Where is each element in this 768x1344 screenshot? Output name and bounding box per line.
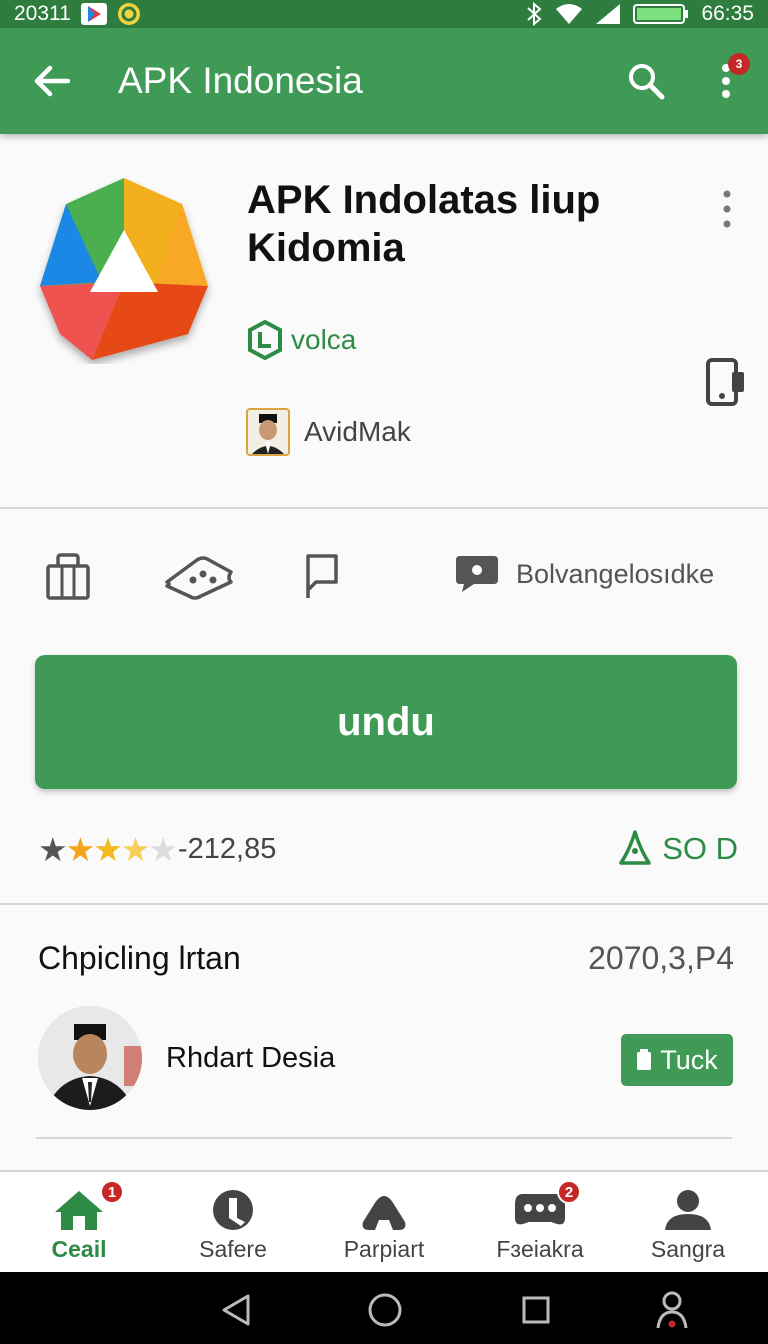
tuck-button[interactable]: Tuck: [621, 1034, 733, 1086]
list-item[interactable]: Rhdart Desia Tuck: [0, 1002, 768, 1114]
star-icon: ★: [38, 830, 68, 868]
download-size-icon: [619, 830, 651, 865]
wishlist-button[interactable]: [38, 550, 98, 604]
report-button[interactable]: [290, 550, 350, 604]
star-icon: ★: [93, 830, 123, 868]
star-rating: ★ ★ ★ ★ ★: [38, 830, 178, 868]
person-name: Rhdart Desia: [166, 1042, 336, 1074]
square-recents-icon: [522, 1296, 550, 1324]
search-icon: [629, 64, 665, 100]
feedback-button[interactable]: Bolvangelosıdke: [452, 554, 714, 594]
publisher-row[interactable]: AvidMak: [246, 408, 411, 456]
nav-label: Fɜeiakra: [496, 1236, 584, 1262]
bookmark-icon: [637, 1049, 652, 1070]
developer-name: volca: [291, 324, 357, 355]
actions-row: Bolvangelosıdke: [0, 540, 768, 610]
divider: [0, 903, 768, 905]
avatar: [38, 1006, 142, 1110]
size-info: SO D: [616, 829, 738, 869]
person-icon: [665, 1190, 711, 1230]
verified-shield-icon: [248, 320, 282, 360]
bluetooth-icon: [525, 2, 543, 26]
nav-label: Safere: [199, 1236, 267, 1262]
feedback-label: Bolvangelosıdke: [516, 558, 715, 589]
rating-count: -212,85: [177, 832, 277, 865]
device-compat-icon: [700, 356, 750, 408]
system-recents-button[interactable]: [516, 1290, 556, 1330]
safere-icon: [213, 1190, 253, 1230]
nav-label: Parpiart: [343, 1236, 425, 1262]
nav-label: Sangra: [650, 1236, 726, 1262]
system-home-button[interactable]: [365, 1290, 405, 1330]
publisher-name: AvidMak: [304, 416, 411, 447]
app-bar-title: APK Indonesia: [118, 60, 363, 101]
ticket-icon: [165, 556, 233, 600]
divider: [0, 507, 768, 509]
shopping-bag-icon: [46, 553, 90, 600]
chat-icon: [456, 556, 498, 592]
clock: 66:35: [701, 2, 754, 25]
status-left-text: 20311: [14, 2, 71, 25]
section-date: 2070,3,P4: [588, 940, 734, 976]
home-icon: [55, 1191, 103, 1230]
size-value: SO D: [662, 831, 738, 866]
flag-icon: [306, 554, 338, 598]
nav-item-sangra[interactable]: Sangra: [618, 1172, 758, 1274]
wifi-icon: [555, 3, 583, 25]
parpiart-icon: [362, 1196, 406, 1230]
rating-row: ★ ★ ★ ★ ★ -212,85 SO D: [38, 826, 738, 872]
nav-label: Ceail: [51, 1236, 107, 1262]
app-bar: APK Indonesia 3: [0, 28, 768, 134]
back-arrow-icon: [34, 65, 70, 97]
system-back-button[interactable]: [216, 1290, 256, 1330]
battery-icon: [633, 3, 689, 25]
nav-item-fjeiakra[interactable]: Fɜeiakra 2: [470, 1172, 610, 1274]
coupon-button[interactable]: [162, 550, 236, 604]
tuck-button-label: Tuck: [660, 1044, 718, 1075]
circle-home-icon: [368, 1293, 402, 1327]
star-icon: ★: [148, 830, 178, 868]
overflow-menu-button[interactable]: 3: [698, 51, 754, 111]
menu-badge: 3: [728, 53, 750, 75]
publisher-avatar: [246, 408, 290, 456]
more-vert-icon: [723, 190, 731, 228]
play-store-notification-icon: [80, 3, 107, 25]
developer-row[interactable]: volca: [247, 320, 356, 360]
triangle-back-icon: [222, 1294, 250, 1326]
app-name: APK Indolatas liup Kidomia: [247, 178, 601, 270]
nav-badge: 1: [100, 1180, 124, 1204]
system-nav-bar: [0, 1272, 768, 1344]
back-button[interactable]: [22, 51, 82, 111]
search-button[interactable]: [616, 51, 676, 111]
divider: [36, 1137, 732, 1139]
bottom-nav: Ceail 1 Safere Parpiart Fɜeiakra 2 Sangr…: [0, 1170, 768, 1272]
notification-app-icon: [117, 2, 141, 26]
nav-badge: 2: [557, 1180, 581, 1204]
star-icon: ★: [65, 830, 96, 868]
system-accessibility-button[interactable]: [652, 1290, 692, 1330]
status-bar: 20311 66:35: [0, 0, 768, 28]
app-logo-icon[interactable]: [32, 174, 216, 364]
section-title: Chpicling lrtan: [38, 940, 241, 976]
install-button[interactable]: undu: [35, 655, 737, 789]
accessibility-person-icon: [656, 1291, 688, 1329]
app-more-button[interactable]: [710, 184, 744, 234]
star-icon: ★: [120, 830, 151, 868]
app-header: APK Indolatas liup Kidomia volca AvidMak: [0, 134, 768, 508]
nav-item-home[interactable]: Ceail 1: [9, 1172, 149, 1274]
nav-item-parpiart[interactable]: Parpiart: [314, 1172, 454, 1274]
cell-signal-icon: [595, 3, 621, 25]
nav-item-safere[interactable]: Safere: [163, 1172, 303, 1274]
